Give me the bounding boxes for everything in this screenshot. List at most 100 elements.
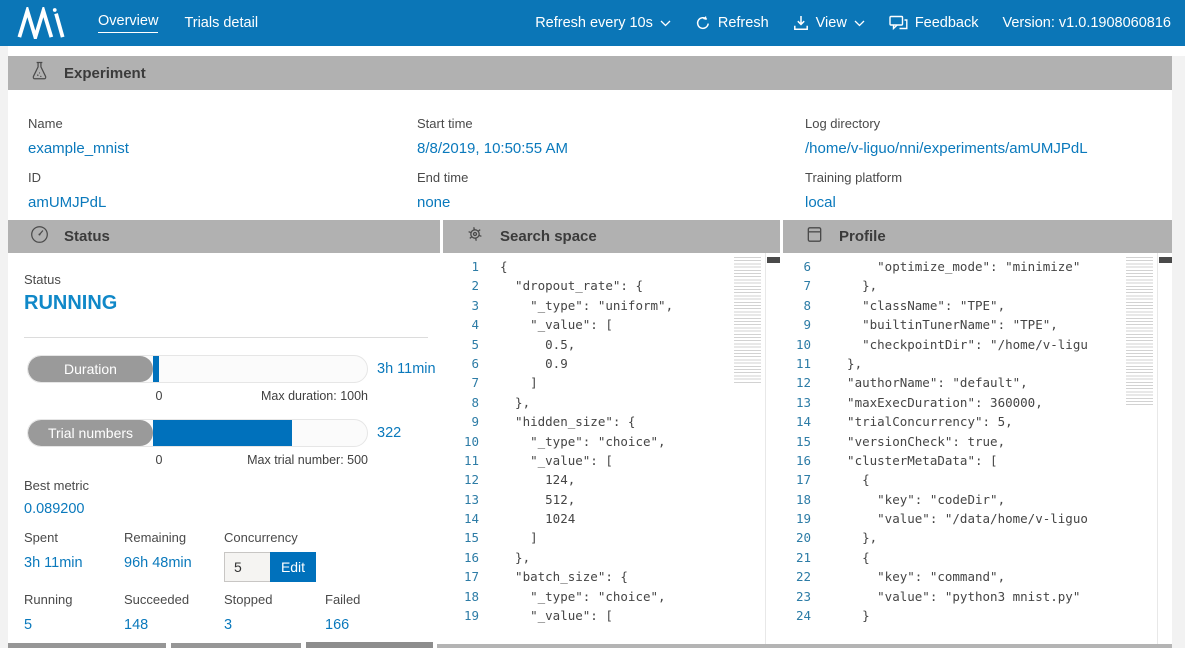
code-line: 11 }, [783,354,1172,373]
jar-icon [805,225,824,249]
spent-stat: Spent 3h 11min [24,530,124,582]
view-dropdown[interactable]: View [793,15,865,31]
feedback-button[interactable]: Feedback [889,15,979,31]
refresh-interval-dropdown[interactable]: Refresh every 10s [535,15,671,31]
code-line: 17 "batch_size": { [443,567,780,586]
code-line: 16 }, [443,548,780,567]
code-line: 21 { [783,548,1172,567]
duration-min-label: 0 [149,389,169,403]
experiment-info-col-3: Log directory /home/v-liguo/nni/experime… [805,116,1088,224]
code-line: 4 "_value": [ [443,315,780,334]
concurrency-input[interactable] [224,552,270,582]
page-left-gutter [0,46,8,648]
search-space-panel-header: Search space [443,220,780,253]
chevron-down-icon [854,20,865,27]
status-panel-title: Status [64,228,110,245]
line-number: 10 [783,335,811,354]
duration-value: 3h 11min [377,361,436,377]
code-line: 12 "authorName": "default", [783,373,1172,392]
line-number: 5 [443,335,479,354]
line-number: 14 [443,509,479,528]
line-number: 16 [443,548,479,567]
code-line: 18 "key": "codeDir", [783,490,1172,509]
line-number: 7 [783,276,811,295]
start-time-value: 8/8/2019, 10:50:55 AM [417,140,568,157]
code-text: "_value": [ [500,451,613,470]
code-line: 11 "_value": [ [443,451,780,470]
refresh-icon [695,15,711,31]
code-text: { [500,257,508,276]
code-line: 8 }, [443,393,780,412]
code-line: 3 "_type": "uniform", [443,296,780,315]
line-number: 10 [443,432,479,451]
code-line: 12 124, [443,470,780,489]
experiment-info-col-1: Name example_mnist ID amUMJPdL [28,116,129,224]
editor-scrollbar-thumb[interactable] [1159,257,1172,263]
code-text: "_type": "choice", [500,432,666,451]
end-time-label: End time [417,170,568,185]
code-text: "clusterMetaData": [ [832,451,998,470]
gauge-icon [30,225,49,249]
code-text: "trialConcurrency": 5, [832,412,1013,431]
code-line: 7 }, [783,276,1172,295]
code-text: "checkpointDir": "/home/v-ligu [832,335,1088,354]
profile-editor[interactable]: 6 "optimize_mode": "minimize" 7 }, 8 "cl… [783,253,1172,648]
trial-count-item: Succeeded 148 [124,592,224,633]
refresh-label: Refresh [718,15,769,31]
code-line: 6 0.9 [443,354,780,373]
line-number: 21 [783,548,811,567]
line-number: 19 [443,606,479,625]
duration-bar-label: Duration [28,356,153,382]
line-number: 17 [443,567,479,586]
trial-numbers-bar-fill [153,420,292,446]
tab-overview[interactable]: Overview [98,13,158,33]
status-value: RUNNING [24,292,117,315]
line-number: 18 [783,490,811,509]
line-number: 15 [783,432,811,451]
id-label: ID [28,170,129,185]
editor-minimap[interactable] [1126,257,1153,405]
end-time-value: none [417,194,568,211]
code-line: 15 ] [443,528,780,547]
line-number: 9 [783,315,811,334]
profile-panel-title: Profile [839,228,886,245]
concurrency-edit-button[interactable]: Edit [270,552,316,582]
code-text: { [832,470,870,489]
code-text: "_type": "uniform", [500,296,673,315]
editor-scrollbar-thumb[interactable] [767,257,780,263]
line-number: 3 [443,296,479,315]
trial-count-item: Running 5 [24,592,124,633]
trial-count-label: Failed [325,592,440,607]
code-line: 19 "_value": [ [443,606,780,625]
editor-scrollbar[interactable] [765,253,780,648]
name-value: example_mnist [28,140,129,157]
log-directory-label: Log directory [805,116,1088,131]
profile-panel: Profile 6 "optimize_mode": "minimize" 7 … [783,220,1172,648]
tab-trials-detail[interactable]: Trials detail [184,15,258,31]
code-text: "maxExecDuration": 360000, [832,393,1043,412]
code-line: 1 { [443,257,780,276]
line-number: 16 [783,451,811,470]
code-line: 24 } [783,606,1172,625]
concurrency-stat: Concurrency Edit [224,530,440,582]
download-view-icon [793,15,809,31]
editor-scrollbar[interactable] [1157,253,1172,648]
search-space-editor[interactable]: 1 { 2 "dropout_rate": { 3 "_type": "unif… [443,253,780,648]
code-text: 124, [500,470,575,489]
nni-logo-icon [16,7,66,39]
refresh-button[interactable]: Refresh [695,15,769,31]
best-metric-value: 0.089200 [24,501,84,517]
code-line: 13 "maxExecDuration": 360000, [783,393,1172,412]
divider [24,337,428,338]
line-number: 8 [783,296,811,315]
line-number: 6 [783,257,811,276]
line-number: 14 [783,412,811,431]
line-number: 12 [783,373,811,392]
line-number: 7 [443,373,479,392]
experiment-info-col-2: Start time 8/8/2019, 10:50:55 AM End tim… [417,116,568,224]
nni-overview-page: Overview Trials detail Refresh every 10s… [0,0,1185,648]
status-panel: Status Status RUNNING Duration 3h 11min … [8,220,440,648]
editor-minimap[interactable] [734,257,761,385]
code-text: }, [832,354,862,373]
code-line: 22 "key": "command", [783,567,1172,586]
